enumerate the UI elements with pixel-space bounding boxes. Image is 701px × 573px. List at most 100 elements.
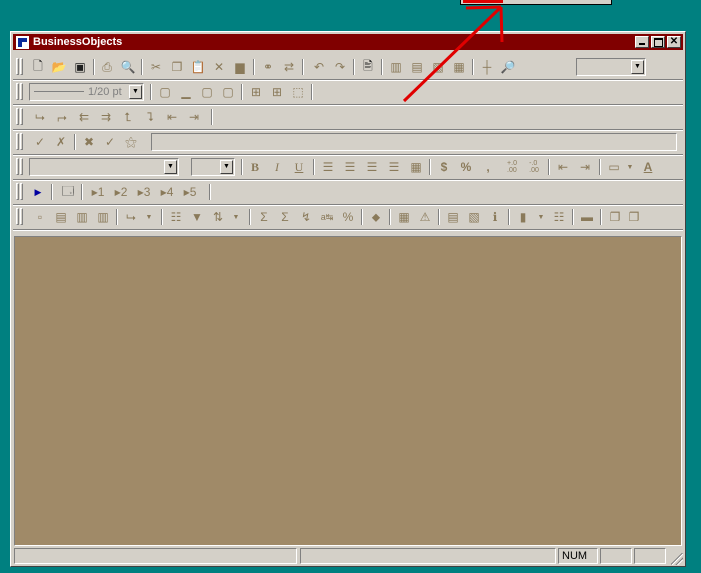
maximize-button[interactable]	[651, 36, 665, 48]
justify-text-icon[interactable]: ☰	[385, 158, 403, 176]
insert-special-field-icon[interactable]: ▤	[444, 208, 462, 226]
align-bottom-left-icon[interactable]: ⮤	[119, 108, 137, 126]
rank-icon[interactable]: ↯	[297, 208, 315, 226]
variable-icon[interactable]: ✓	[101, 133, 119, 151]
align-left-text-icon[interactable]: ☰	[319, 158, 337, 176]
toolbar-grip[interactable]	[16, 183, 19, 200]
zoom-combo[interactable]: ▼	[576, 58, 646, 76]
section-2-button[interactable]: ▶ 2	[110, 183, 132, 201]
camera-icon[interactable]: ▬	[578, 208, 596, 226]
align-right-icon[interactable]: ⇉	[97, 108, 115, 126]
print-preview-icon[interactable]: 🔍	[119, 58, 137, 76]
drill-icon[interactable]: 🗔	[59, 183, 77, 201]
formula-editor-icon[interactable]: ⚝	[122, 133, 140, 151]
open-icon[interactable]: 📂	[50, 58, 68, 76]
border-bottom-icon[interactable]: ▁	[177, 83, 195, 101]
insert-table-icon[interactable]: ▤	[52, 208, 70, 226]
function-icon[interactable]: ✖	[80, 133, 98, 151]
decrease-decimal-button[interactable]: -.0 .00	[525, 158, 543, 176]
insert-formula-icon[interactable]: ▧	[465, 208, 483, 226]
section-5-button[interactable]: ▶ 5	[179, 183, 201, 201]
delete-icon[interactable]: ✕	[210, 58, 228, 76]
space-vertical-icon[interactable]: ⇥	[185, 108, 203, 126]
filter-icon[interactable]: ▼	[188, 208, 206, 226]
toolbar-grip[interactable]	[20, 108, 23, 125]
chart-dropdown-icon[interactable]: ▼	[532, 208, 550, 226]
bold-button[interactable]: B	[246, 158, 264, 176]
format-painter-icon[interactable]: ⬥	[367, 208, 385, 226]
resize-grip[interactable]	[671, 553, 683, 565]
percent-button[interactable]: %	[457, 158, 475, 176]
font-color-button[interactable]: A	[639, 158, 657, 176]
border-all-icon[interactable]: ⊞	[247, 83, 265, 101]
minimize-button[interactable]	[635, 36, 649, 48]
align-left-icon[interactable]: ⇇	[75, 108, 93, 126]
section-1-button[interactable]: ▶ 1	[87, 183, 109, 201]
merge-cells-icon[interactable]: ▦	[407, 158, 425, 176]
section-4-button[interactable]: ▶ 4	[156, 183, 178, 201]
line-width-combo[interactable]: 1/20 pt ▼	[29, 83, 144, 101]
toolbar-grip[interactable]	[16, 58, 19, 75]
report-icon[interactable]: 🖹	[359, 58, 377, 76]
toolbar-grip[interactable]	[20, 58, 23, 75]
save-icon[interactable]: ▣	[71, 58, 89, 76]
cut-icon[interactable]: ✂	[147, 58, 165, 76]
chevron-down-icon[interactable]: ▼	[129, 85, 142, 99]
decrease-indent-icon[interactable]: ⇤	[554, 158, 572, 176]
toolbar-grip[interactable]	[16, 208, 19, 225]
sum-icon[interactable]: Σ	[255, 208, 273, 226]
border-none-icon[interactable]: ⬚	[289, 83, 307, 101]
edit-data-provider-icon[interactable]: ▦	[395, 208, 413, 226]
align-top-left-icon[interactable]: ⮡	[31, 108, 49, 126]
sort-icon[interactable]: ⇅	[209, 208, 227, 226]
warning-icon[interactable]: ⚠	[416, 208, 434, 226]
border-left-icon[interactable]: ▢	[198, 83, 216, 101]
toolbar-grip[interactable]	[20, 133, 23, 150]
new-icon[interactable]: 🗋	[29, 58, 47, 76]
percentage-icon[interactable]: %	[339, 208, 357, 226]
align-top-right-icon[interactable]: ⮣	[53, 108, 71, 126]
bar-chart-icon[interactable]: ▮	[514, 208, 532, 226]
sort-dropdown-icon[interactable]: ▼	[227, 208, 245, 226]
insert-cell-icon[interactable]: ▫	[31, 208, 49, 226]
toolbar-grip[interactable]	[20, 83, 23, 100]
break-dropdown-icon[interactable]: ▼	[140, 208, 158, 226]
structure-icon[interactable]: ▥	[387, 58, 405, 76]
print-icon[interactable]: ⎙	[98, 58, 116, 76]
copy-report-icon[interactable]: ❐	[606, 208, 624, 226]
section-3-button[interactable]: ▶ 3	[133, 183, 155, 201]
calculation-icon[interactable]: Σ	[276, 208, 294, 226]
align-center-text-icon[interactable]: ☰	[341, 158, 359, 176]
ruler-icon[interactable]: ┼	[478, 58, 496, 76]
grid-icon[interactable]: ▦	[450, 58, 468, 76]
font-name-combo[interactable]: ▼	[29, 158, 179, 176]
formula-check-icon[interactable]: ✓	[31, 133, 49, 151]
clear-icon[interactable]: ▆	[231, 58, 249, 76]
toolbar-grip[interactable]	[16, 108, 19, 125]
align-right-text-icon[interactable]: ☰	[363, 158, 381, 176]
chevron-down-icon[interactable]: ▼	[164, 160, 177, 174]
border-outside-icon[interactable]: ▢	[156, 83, 174, 101]
toolbar-grip[interactable]	[16, 133, 19, 150]
slice-icon[interactable]: ▧	[429, 58, 447, 76]
insert-crosstab-icon[interactable]: ▥	[73, 208, 91, 226]
paste-report-icon[interactable]: ❐	[625, 208, 643, 226]
toolbar-grip[interactable]	[16, 158, 19, 175]
italic-button[interactable]: I	[268, 158, 286, 176]
increase-indent-icon[interactable]: ⇥	[576, 158, 594, 176]
play-icon[interactable]: ▶	[29, 183, 47, 201]
sort-list-icon[interactable]: ☷	[167, 208, 185, 226]
border-right-icon[interactable]: ▢	[219, 83, 237, 101]
table-list-icon[interactable]: ☷	[550, 208, 568, 226]
toolbar-grip[interactable]	[20, 208, 23, 225]
borders-dropdown-icon[interactable]: ▼	[621, 158, 639, 176]
toolbar-grip[interactable]	[20, 183, 23, 200]
insert-chart-icon[interactable]: ▥	[94, 208, 112, 226]
toolbar-grip[interactable]	[20, 158, 23, 175]
formula-field[interactable]	[151, 133, 677, 151]
close-button[interactable]: ✕	[667, 36, 681, 48]
alerter-icon[interactable]: a↹	[318, 208, 336, 226]
align-bottom-right-icon[interactable]: ⮧	[141, 108, 159, 126]
template-icon[interactable]: ▤	[408, 58, 426, 76]
find-icon[interactable]: ⚭	[259, 58, 277, 76]
